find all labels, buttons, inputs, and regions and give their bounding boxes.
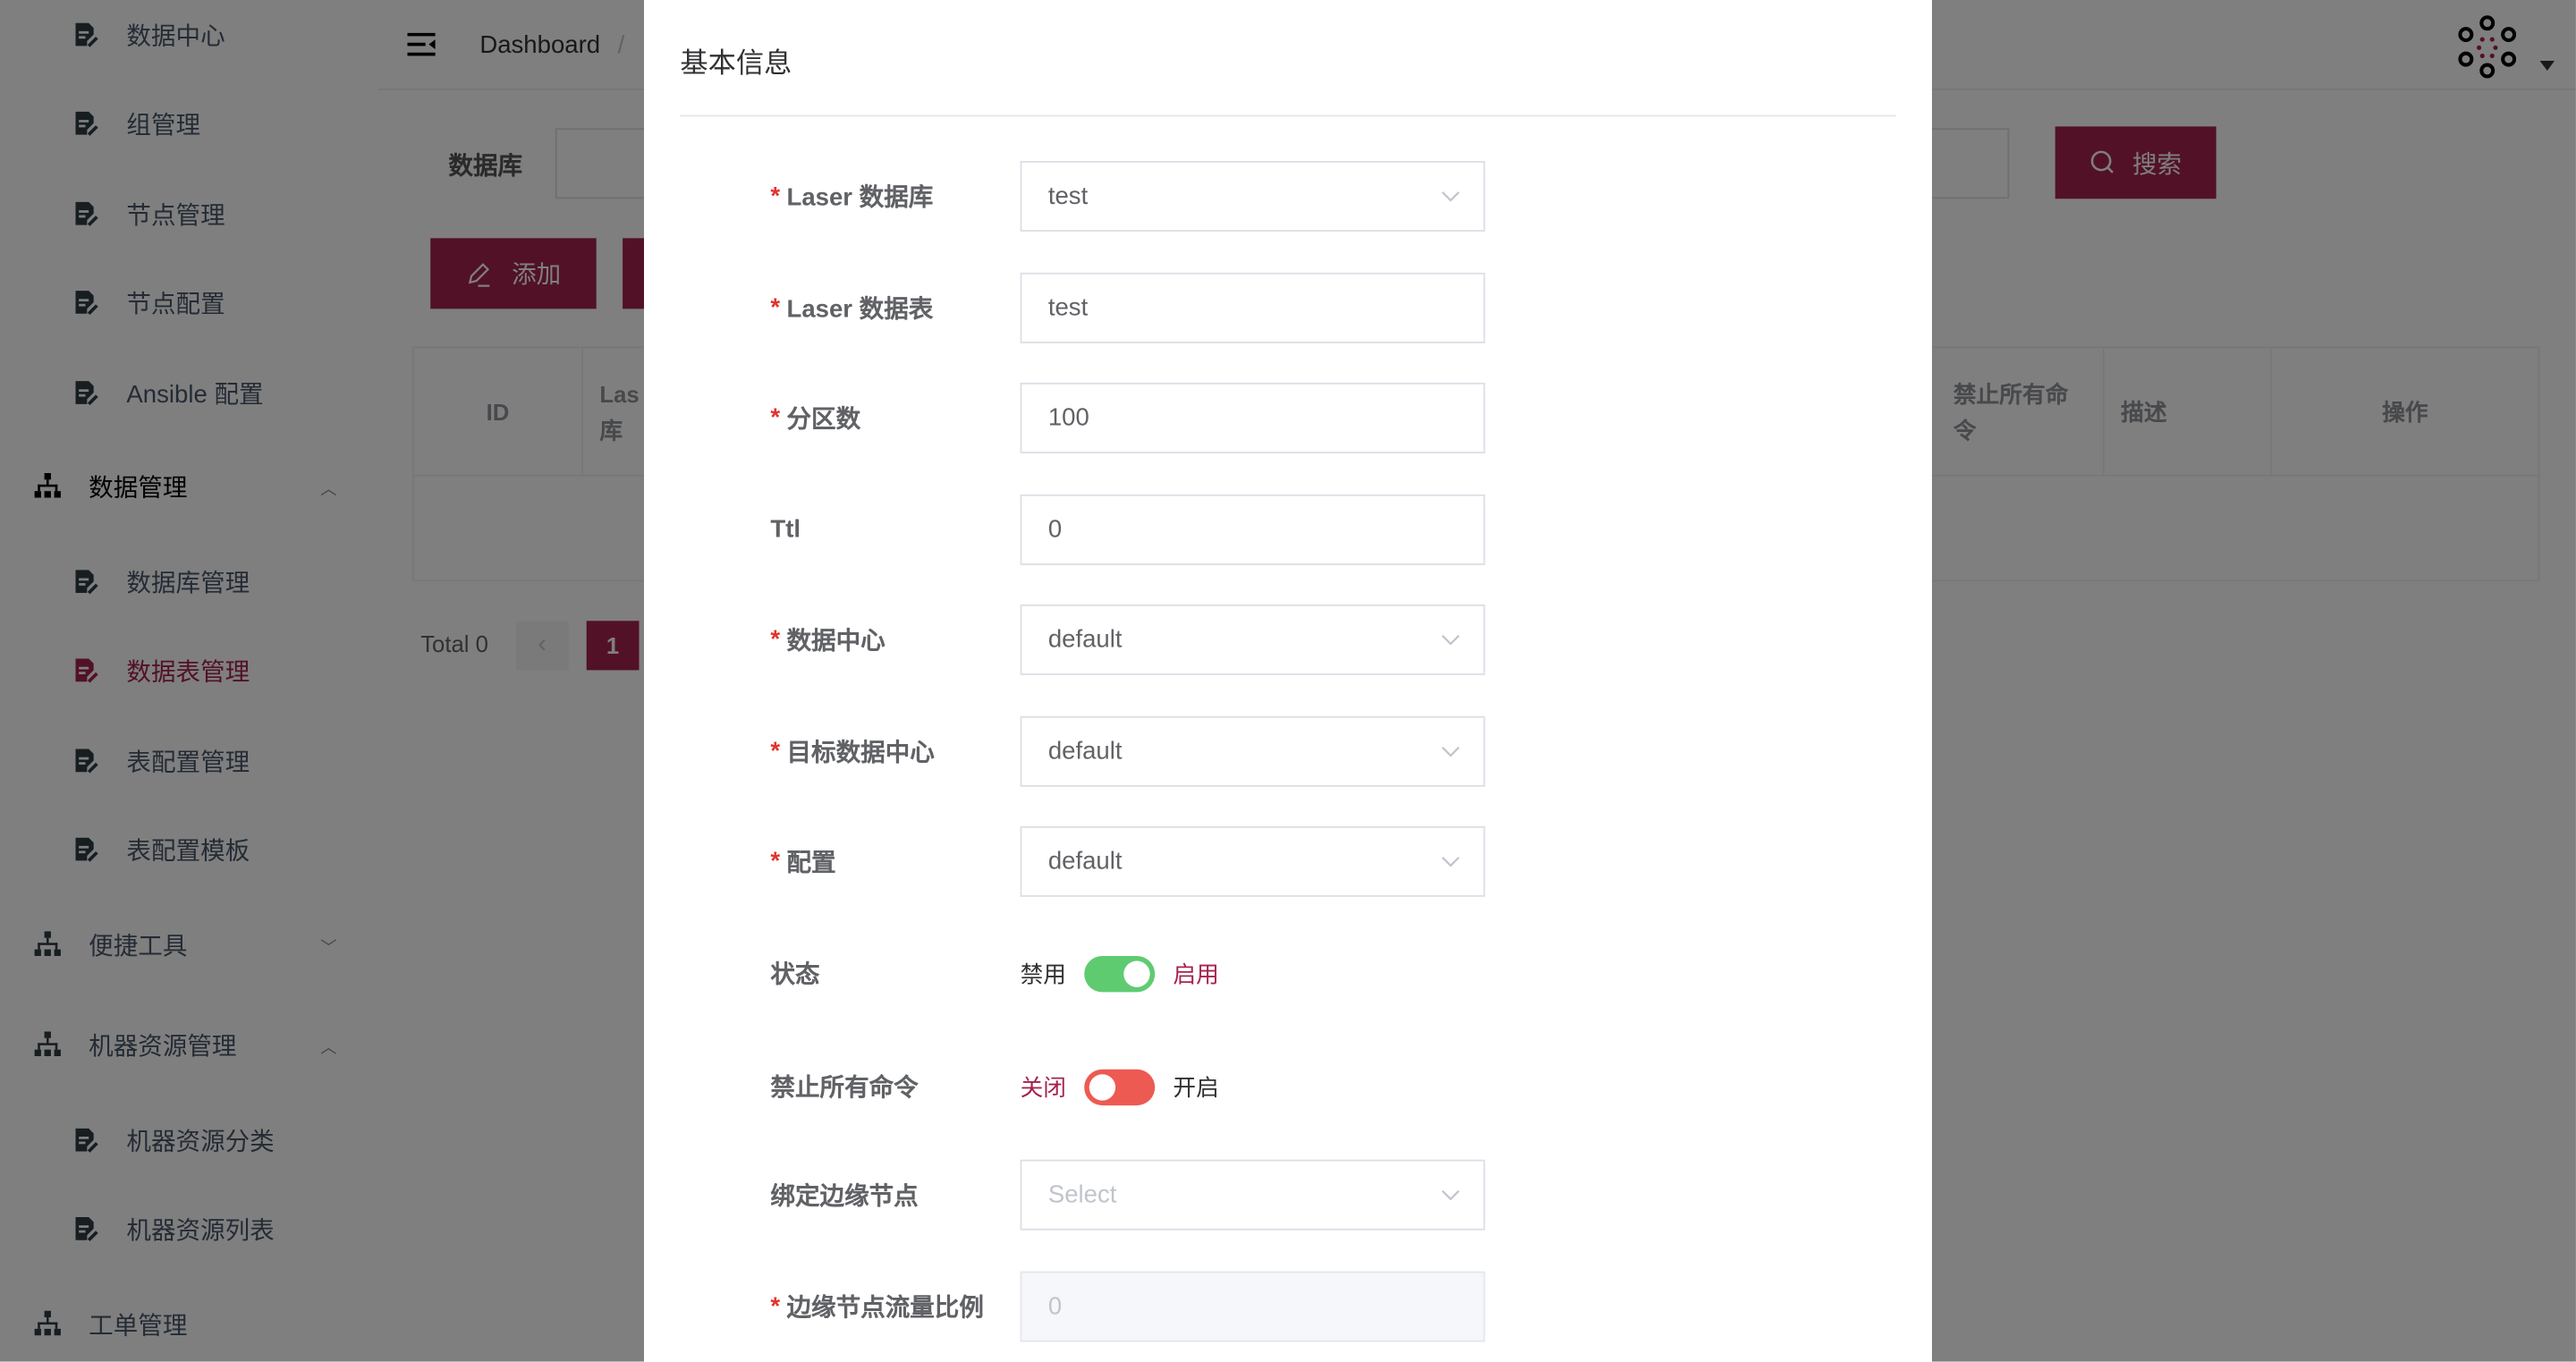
required-asterisk: * [770,847,781,876]
select-value: default [1047,847,1123,876]
field-label: 禁止所有命令 [770,1051,918,1121]
field-label: * 配置 [770,826,835,897]
required-asterisk: * [770,1292,781,1321]
form-row: * Laser 数据表 test [644,272,1932,343]
form-row: * Laser 数据库 test [644,160,1932,232]
field-label: * Laser 数据库 [770,161,933,232]
field-label-text: Laser 数据表 [786,295,934,324]
toggle-switch[interactable] [1084,1068,1156,1105]
toggle-switch[interactable] [1084,955,1156,992]
chevron-down-icon [1441,746,1460,757]
form-row: 禁止所有命令 关闭 开启 [644,1051,1932,1121]
field-input-disabled: 0 [1020,1271,1486,1342]
divider [680,114,1896,117]
select-value: default [1047,737,1123,766]
modal-title: 基本信息 [680,47,792,80]
switch-control: 禁用 启用 [1021,938,1219,1009]
input-value: test [1047,293,1089,322]
field-label-text: 分区数 [786,405,861,434]
field-select[interactable]: default [1020,715,1486,787]
toggle-knob [1123,960,1150,986]
field-label-text: 绑定边缘节点 [770,1182,919,1211]
required-asterisk: * [770,293,781,322]
switch-on-label[interactable]: 启用 [1173,957,1218,990]
chevron-down-icon [1441,191,1460,202]
input-value: 0 [1047,1292,1063,1321]
field-label: * 分区数 [770,383,860,453]
field-label: * 边缘节点流量比例 [770,1272,984,1342]
form-row: 绑定边缘节点 Select [644,1159,1932,1231]
field-label: Ttl [770,495,801,565]
toggle-knob [1089,1073,1116,1100]
field-label-text: 状态 [770,960,820,989]
field-input[interactable]: test [1020,272,1486,343]
select-placeholder: Select [1047,1180,1117,1209]
field-label-text: 数据中心 [786,627,886,656]
form-row: Ttl 0 [644,494,1932,565]
modal-dialog: 基本信息 * Laser 数据库 test * Laser 数据表 test * 分区数 100… [643,0,1932,1362]
app: 数据中心组管理节点管理节点配置Ansible 配置数据管理︿数据库管理数据表管理… [0,0,2576,1362]
field-label-text: Ttl [770,515,801,544]
form-row: * 分区数 100 [644,382,1932,453]
field-label-text: 禁止所有命令 [770,1074,919,1103]
field-select[interactable]: Select [1020,1159,1486,1231]
switch-on-label[interactable]: 开启 [1173,1070,1218,1104]
field-label-text: 目标数据中心 [786,739,935,767]
select-value: default [1047,625,1123,655]
field-label-text: 配置 [786,849,836,877]
switch-off-label[interactable]: 禁用 [1021,957,1066,990]
form-row: * 边缘节点流量比例 0 [644,1271,1932,1342]
required-asterisk: * [770,403,781,433]
field-label-text: Laser 数据库 [786,183,934,212]
field-label: * Laser 数据表 [770,273,933,343]
chevron-down-icon [1441,1189,1460,1201]
input-value: 0 [1047,515,1063,544]
select-value: test [1047,182,1089,211]
form-row: * 配置 default [644,825,1932,897]
form-row: 状态 禁用 启用 [644,938,1932,1009]
switch-control: 关闭 开启 [1021,1051,1219,1121]
chevron-down-icon [1441,635,1460,646]
required-asterisk: * [770,625,781,655]
input-value: 100 [1047,403,1089,433]
field-input[interactable]: 0 [1020,494,1486,565]
field-select[interactable]: test [1020,160,1486,232]
field-label: * 目标数据中心 [770,716,934,787]
field-input[interactable]: 100 [1020,382,1486,453]
required-asterisk: * [770,737,781,766]
field-label: 状态 [770,938,819,1009]
field-label: 绑定边缘节点 [770,1160,918,1231]
field-label-text: 边缘节点流量比例 [786,1294,984,1323]
field-select[interactable]: default [1020,604,1486,675]
field-label: * 数据中心 [770,605,885,675]
required-asterisk: * [770,182,781,211]
switch-off-label[interactable]: 关闭 [1021,1070,1066,1104]
form-row: * 目标数据中心 default [644,715,1932,787]
form-row: * 数据中心 default [644,604,1932,675]
chevron-down-icon [1441,856,1460,867]
field-select[interactable]: default [1020,825,1486,897]
